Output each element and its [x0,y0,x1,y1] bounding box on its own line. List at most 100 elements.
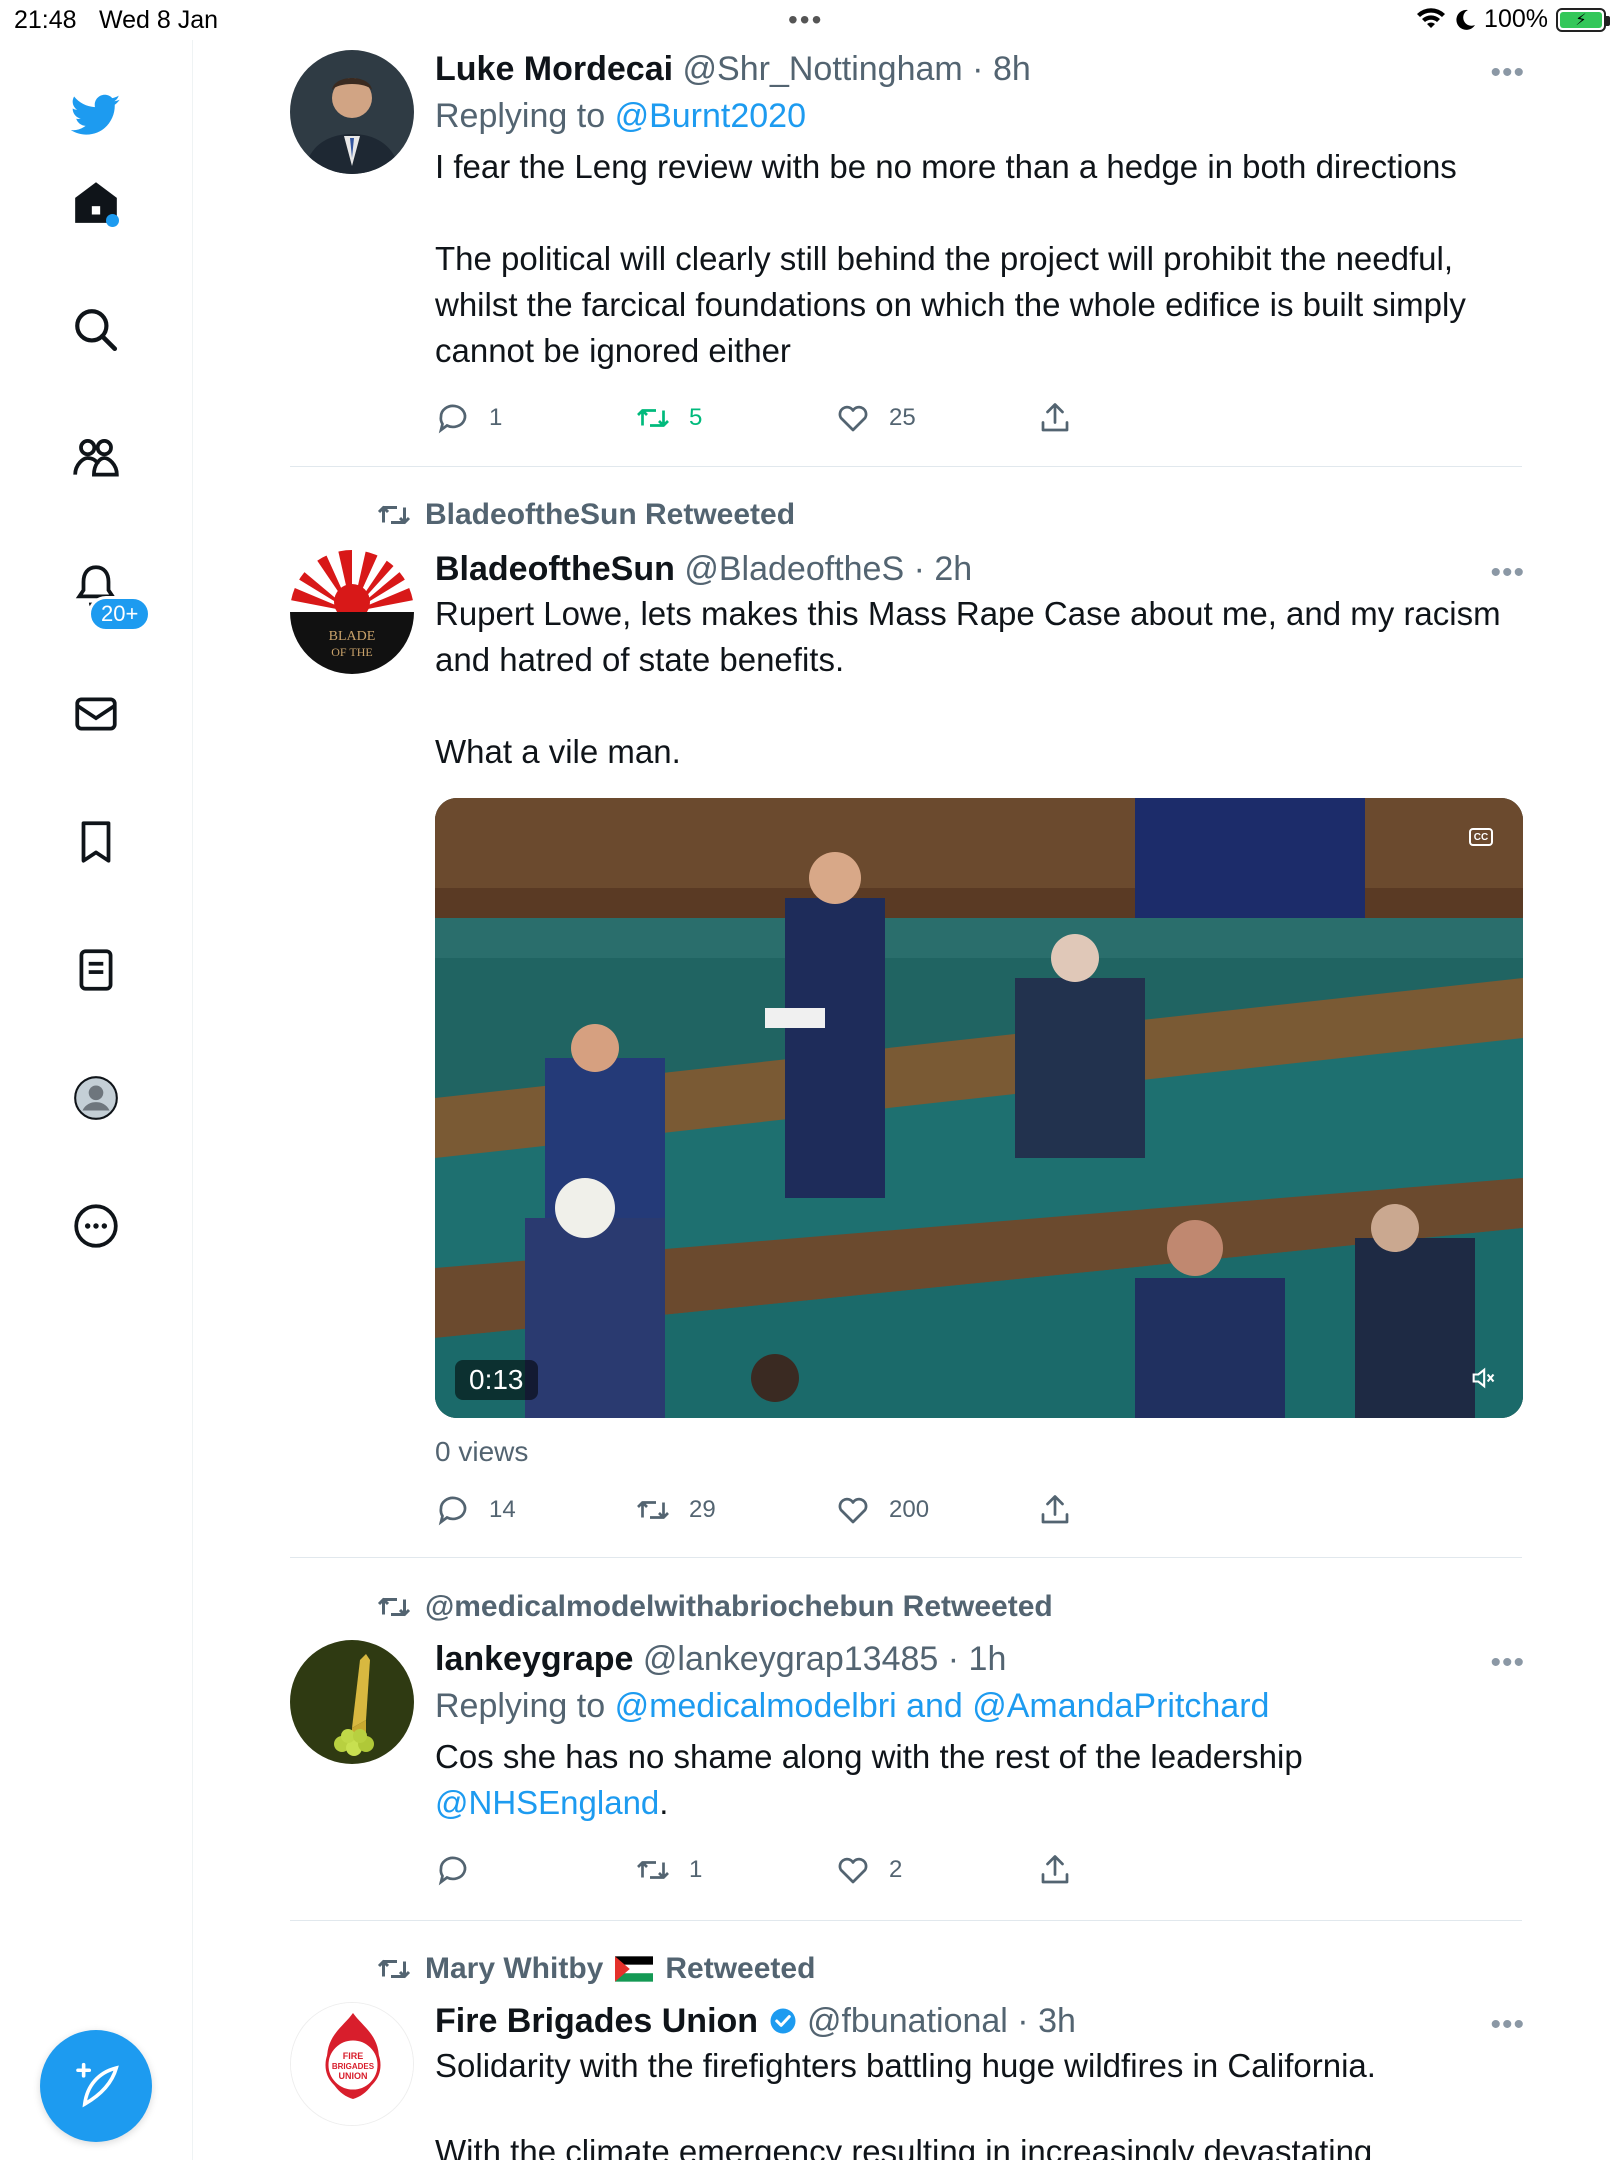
retweet-icon [377,1598,411,1616]
display-name[interactable]: BladeoftheSun [435,550,675,588]
retweeted-by-line[interactable]: Mary Whitby Retweeted [375,1952,815,1986]
avatar[interactable]: BLADE OF THE [290,550,414,674]
compose-tweet-button[interactable] [40,2030,152,2142]
reply-count: 1 [489,404,503,431]
messages-mail-icon[interactable] [66,684,126,744]
share-icon [1041,403,1069,432]
tweet-body: lankeygrape @lankeygrap13485 · 1h ••• Re… [435,1640,1525,1826]
reply-icon [438,404,467,434]
tweet-time[interactable]: 3h [1038,2002,1076,2040]
retweeted-by-line[interactable]: @medicalmodelwithabriochebun Retweeted [375,1590,1053,1624]
avatar[interactable]: FIRE BRIGADES UNION [290,2002,414,2126]
share-button[interactable] [1037,1852,1073,1888]
replying-to-line: Replying to @medicalmodelbri and @Amanda… [435,1687,1525,1726]
user-handle[interactable]: @BladeoftheS [684,550,904,588]
tweet-divider [290,1920,1522,1921]
more-options-icon[interactable]: ••• [1490,556,1525,590]
tweet-time[interactable]: 2h [934,550,972,588]
share-button[interactable] [1037,400,1073,436]
tweet-time[interactable]: 8h [993,50,1031,88]
retweet-button[interactable]: 5 [635,400,702,436]
user-handle[interactable]: @Shr_Nottingham [683,50,963,88]
status-right: 100% ⚡ [1416,5,1610,34]
tweet-header: lankeygrape @lankeygrap13485 · 1h [435,1640,1007,1678]
verified-badge-icon [770,2008,796,2034]
replying-to-link[interactable]: @medicalmodelbri and @AmandaPritchard [615,1687,1270,1725]
reply-count: 14 [489,1496,516,1523]
retweet-button[interactable]: 29 [635,1492,716,1528]
tweet-header: BladeoftheSun @BladeoftheS · 2h [435,550,973,588]
heart-icon [838,405,868,432]
like-button[interactable]: 2 [835,1852,902,1888]
like-button[interactable]: 25 [835,400,916,436]
avatar[interactable] [290,1640,414,1764]
reply-icon [438,1496,467,1526]
wifi-icon [1417,7,1446,28]
status-bar: 21:48 Wed 8 Jan ••• 100% ⚡ [0,0,1620,40]
replying-to-link[interactable]: @Burnt2020 [615,97,806,135]
svg-text:UNION: UNION [339,2071,368,2081]
tweet-divider [290,466,1522,467]
video-timestamp: 0:13 [455,1360,538,1400]
share-button[interactable] [1037,1492,1073,1528]
retweet-button[interactable]: 1 [635,1852,702,1888]
replying-label: Replying to [435,1687,606,1725]
retweet-icon [377,506,411,524]
twitter-logo-icon[interactable] [66,85,126,145]
tweet-body: Luke Mordecai @Shr_Nottingham · 8h ••• R… [435,50,1525,374]
reply-button[interactable]: 14 [435,1492,516,1528]
more-options-icon[interactable]: ••• [1490,2008,1525,2042]
retweeted-by-suffix: Retweeted [665,1952,816,1985]
replying-to-line: Replying to @Burnt2020 [435,97,1525,136]
like-count: 200 [889,1496,930,1523]
more-options-icon[interactable]: ••• [1490,56,1525,90]
reply-button[interactable]: 1 [435,400,502,436]
svg-text:BRIGADES: BRIGADES [332,2062,375,2071]
avatar[interactable] [290,50,414,174]
profile-avatar-icon[interactable] [66,1068,126,1128]
video-player[interactable]: CC 0:13 [435,798,1523,1418]
search-icon[interactable] [66,300,126,360]
tweet-text: Cos she has no shame along with the rest… [435,1734,1525,1826]
tweet-text: I fear the Leng review with be no more t… [435,148,1466,369]
multitasking-dots-icon[interactable]: ••• [788,4,823,36]
reply-icon [438,1856,467,1886]
retweeted-by-text: BladeoftheSun Retweeted [425,498,796,531]
retweeted-by-name: Mary Whitby [425,1952,604,1985]
captions-icon[interactable]: CC [1469,828,1493,846]
lists-icon[interactable] [66,940,126,1000]
display-name[interactable]: Fire Brigades Union [435,2002,758,2040]
compose-feather-icon [76,2062,119,2108]
heart-icon [838,1857,868,1884]
bookmark-icon[interactable] [66,812,126,872]
more-options-icon[interactable]: ••• [1490,1646,1525,1680]
share-icon [1041,1495,1069,1524]
more-options-circle-icon[interactable] [66,1196,126,1256]
status-date: Wed 8 Jan [99,6,219,34]
retweet-icon [637,1861,669,1879]
reply-button[interactable] [435,1852,489,1888]
tweet-text: Rupert Lowe, lets makes this Mass Rape C… [435,595,1501,770]
display-name[interactable]: Luke Mordecai [435,50,673,88]
retweet-icon [637,1501,669,1519]
tweet-text-continued: With the climate emergency resulting in … [435,2133,1373,2160]
communities-icon[interactable] [66,428,126,488]
home-new-dot [106,214,119,227]
tweet-divider [290,1557,1522,1558]
tweet-text-suffix: . [659,1784,669,1821]
user-handle[interactable]: @fbunational [807,2002,1008,2040]
tweet-time[interactable]: 1h [969,1640,1007,1678]
display-name[interactable]: lankeygrape [435,1640,633,1678]
video-views: 0 views [435,1436,529,1467]
video-thumbnail [435,798,1523,1418]
like-button[interactable]: 200 [835,1492,929,1528]
sidebar: 20+ [0,40,193,2160]
tweet-header: Fire Brigades Union @fbunational · 3h [435,2002,1076,2040]
mention-link[interactable]: @NHSEngland [435,1784,659,1821]
user-handle[interactable]: @lankeygrap13485 [643,1640,938,1678]
retweeted-by-line[interactable]: BladeoftheSun Retweeted [375,498,795,532]
battery-icon: ⚡ [1556,7,1610,32]
mute-icon[interactable] [1463,1358,1503,1398]
retweet-icon [377,1960,411,1978]
svg-text:OF THE: OF THE [331,645,372,659]
